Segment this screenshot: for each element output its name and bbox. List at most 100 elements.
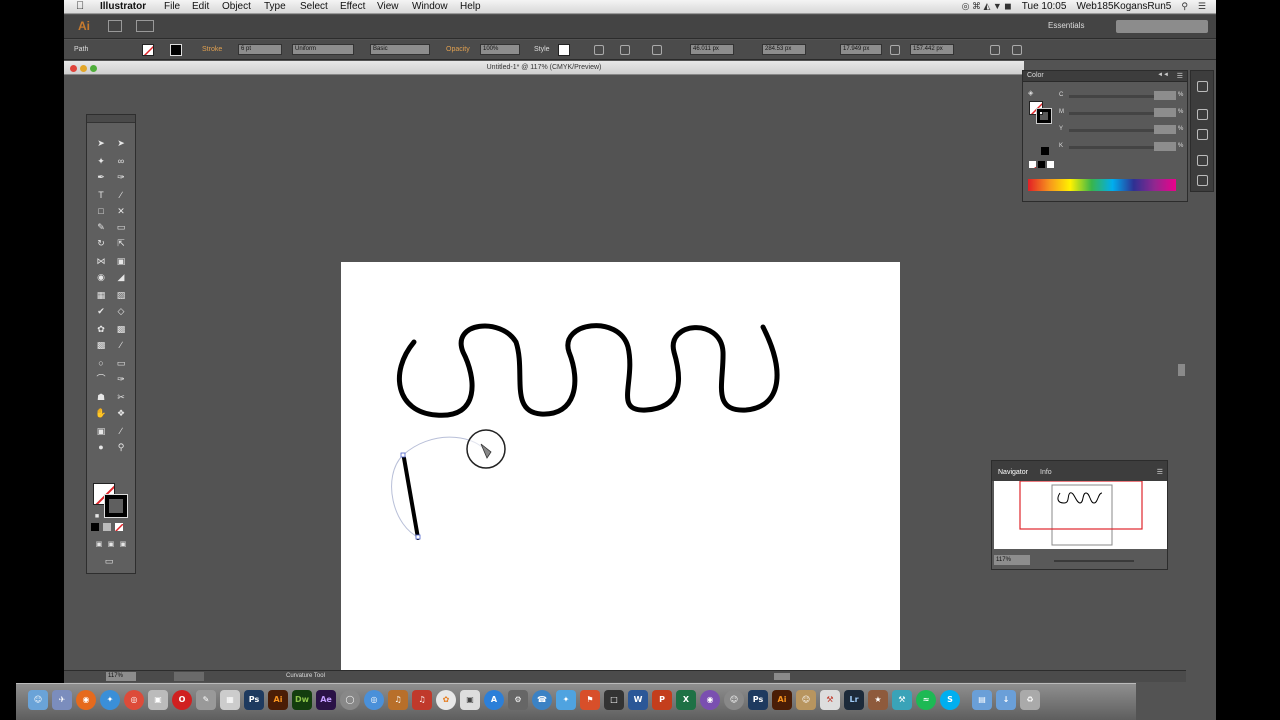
photo-booth-icon[interactable]: ▣ bbox=[148, 690, 168, 710]
none-mode-icon[interactable] bbox=[115, 523, 123, 531]
blob-brush-tool-icon[interactable]: ✑ bbox=[115, 373, 127, 385]
align-icon[interactable] bbox=[620, 45, 630, 55]
photos-icon[interactable]: ✿ bbox=[436, 690, 456, 710]
magenta-value-field[interactable] bbox=[1154, 108, 1176, 117]
yellow-value-field[interactable] bbox=[1154, 125, 1176, 134]
constrain-proportions-icon[interactable] bbox=[890, 45, 900, 55]
shape-builder-tool-icon[interactable]: ◉ bbox=[95, 271, 107, 283]
dock-app-dw[interactable]: Dw bbox=[292, 690, 312, 710]
paintbrush-tool-icon[interactable]: ✕ bbox=[115, 205, 127, 217]
swatches-icon[interactable] bbox=[1197, 109, 1208, 120]
eyedropper-tool-icon[interactable]: ✔ bbox=[95, 305, 107, 317]
hand-tool-icon[interactable]: ✋ bbox=[95, 407, 107, 419]
direct-selection-tool-icon[interactable]: ➤ bbox=[115, 137, 127, 149]
arrange-documents-icon[interactable] bbox=[136, 20, 154, 32]
bridge-icon[interactable] bbox=[108, 20, 122, 32]
dock-app-skype[interactable]: S bbox=[940, 690, 960, 710]
cyan-value-field[interactable] bbox=[1154, 91, 1176, 100]
close-window-icon[interactable] bbox=[70, 65, 77, 72]
default-colors-icon[interactable]: ■ bbox=[91, 511, 103, 523]
menu-app-name[interactable]: Illustrator bbox=[100, 1, 146, 12]
menu-select[interactable]: Select bbox=[300, 1, 328, 12]
garageband-icon[interactable]: ♫ bbox=[388, 690, 408, 710]
pencil-tool-icon[interactable]: ✎ bbox=[95, 221, 107, 233]
scissors-tool-icon[interactable]: ✂ bbox=[115, 391, 127, 403]
panel-black-swatch[interactable] bbox=[1041, 147, 1049, 155]
draw-inside-icon[interactable]: ▣ bbox=[117, 539, 129, 551]
wavy-path[interactable] bbox=[396, 323, 780, 418]
activity-monitor-icon[interactable]: □ bbox=[604, 690, 624, 710]
system-preferences-icon[interactable]: ⚙ bbox=[508, 690, 528, 710]
documents-folder-icon[interactable]: ▤ bbox=[972, 690, 992, 710]
xbox-icon[interactable]: ◉ bbox=[700, 690, 720, 710]
reshape-tool-icon[interactable]: ❖ bbox=[115, 407, 127, 419]
contacts-icon[interactable]: ☺ bbox=[796, 690, 816, 710]
toolbox-icon[interactable]: ⚒ bbox=[892, 690, 912, 710]
user-name[interactable]: Web185KogansRun5 bbox=[1076, 1, 1171, 12]
color-panel-title[interactable]: Color bbox=[1027, 72, 1044, 79]
curvature-tool-icon[interactable]: ✑ bbox=[115, 171, 127, 183]
minimize-window-icon[interactable] bbox=[80, 65, 87, 72]
column-graph-tool-icon[interactable]: ▩ bbox=[115, 323, 127, 335]
opacity-label[interactable]: Opacity bbox=[446, 46, 470, 53]
color-panel-menu-icon[interactable]: ☰ bbox=[1177, 72, 1183, 80]
app-store-icon[interactable]: A bbox=[484, 690, 504, 710]
brushes-icon[interactable] bbox=[1197, 129, 1208, 140]
isolate-icon[interactable] bbox=[990, 45, 1000, 55]
artboard-navigation-field[interactable] bbox=[174, 672, 204, 681]
color-guide-icon[interactable] bbox=[1197, 81, 1208, 92]
finder-icon[interactable]: ☺ bbox=[28, 690, 48, 710]
artwork-canvas[interactable] bbox=[341, 262, 900, 672]
menu-object[interactable]: Object bbox=[222, 1, 251, 12]
navigator-zoom-slider[interactable] bbox=[1054, 560, 1134, 562]
dock-app-ae[interactable]: Ae bbox=[316, 690, 336, 710]
scale-tool-icon[interactable]: ⇱ bbox=[115, 237, 127, 249]
fill-swatch[interactable] bbox=[142, 44, 154, 56]
type-tool-icon[interactable]: T bbox=[95, 189, 107, 201]
workspace-switcher[interactable]: Essentials bbox=[1048, 21, 1084, 30]
globe-icon[interactable]: ◎ bbox=[364, 690, 384, 710]
launchpad-icon[interactable]: ✈ bbox=[52, 690, 72, 710]
new-path-segment[interactable] bbox=[402, 456, 420, 540]
color-panel-tab-bar[interactable]: Color ◄◄ ☰ bbox=[1023, 71, 1187, 82]
tools-panel-grip[interactable] bbox=[87, 115, 135, 123]
tab-info[interactable]: Info bbox=[1040, 469, 1052, 476]
status-icons[interactable]: ◎ ⌘ ◭ ▼ ◼ bbox=[962, 1, 1012, 12]
collapse-panel-icon[interactable]: ◄◄ bbox=[1157, 72, 1169, 78]
mesh-tool-icon[interactable]: ▦ bbox=[95, 289, 107, 301]
graphic-style-swatch[interactable] bbox=[558, 44, 570, 56]
perspective-grid-tool-icon[interactable]: ◢ bbox=[115, 271, 127, 283]
blend-tool-icon[interactable]: ◇ bbox=[115, 305, 127, 317]
itunes-icon[interactable]: ♫ bbox=[412, 690, 432, 710]
tab-navigator[interactable]: Navigator bbox=[998, 469, 1028, 476]
eyedropper-mini-icon[interactable]: ◈ bbox=[1028, 89, 1033, 97]
dock-app-word[interactable]: W bbox=[628, 690, 648, 710]
skype-like-icon[interactable]: ☎ bbox=[532, 690, 552, 710]
navigator-menu-icon[interactable]: ☰ bbox=[1157, 468, 1163, 476]
zoom-hand-tool-icon[interactable]: ● bbox=[95, 441, 107, 453]
artboard[interactable] bbox=[341, 262, 900, 672]
rectangle-tool-icon[interactable]: □ bbox=[95, 205, 107, 217]
chrome-icon[interactable]: ◎ bbox=[124, 690, 144, 710]
pen-tool-icon[interactable]: ✒ bbox=[95, 171, 107, 183]
recolor-icon[interactable] bbox=[594, 45, 604, 55]
gradient-mode-icon[interactable] bbox=[103, 523, 111, 531]
maps-icon[interactable]: ⚑ bbox=[580, 690, 600, 710]
navigator-preview[interactable] bbox=[994, 481, 1167, 549]
stroke-label[interactable]: Stroke bbox=[202, 46, 222, 53]
horizontal-scroll-thumb[interactable] bbox=[774, 673, 790, 680]
menu-type[interactable]: Type bbox=[264, 1, 286, 12]
symbols-icon[interactable] bbox=[1197, 155, 1208, 166]
opacity-field[interactable]: 100% bbox=[480, 44, 520, 55]
slice-tool-icon[interactable]: ∕ bbox=[115, 339, 127, 351]
panel-stroke-swatch[interactable] bbox=[1036, 108, 1052, 124]
stroke-color-box[interactable] bbox=[104, 494, 128, 518]
menu-file[interactable]: File bbox=[164, 1, 180, 12]
menu-view[interactable]: View bbox=[377, 1, 399, 12]
height-field[interactable]: 157.442 px bbox=[910, 44, 954, 55]
draw-normal-icon[interactable]: ▣ bbox=[93, 539, 105, 551]
width-field[interactable]: 17.949 px bbox=[840, 44, 882, 55]
screen-mode-icon[interactable]: ▭ bbox=[103, 555, 115, 567]
status-zoom-field[interactable]: 117% bbox=[106, 672, 136, 681]
zoom-tool-icon[interactable]: ⚲ bbox=[115, 441, 127, 453]
